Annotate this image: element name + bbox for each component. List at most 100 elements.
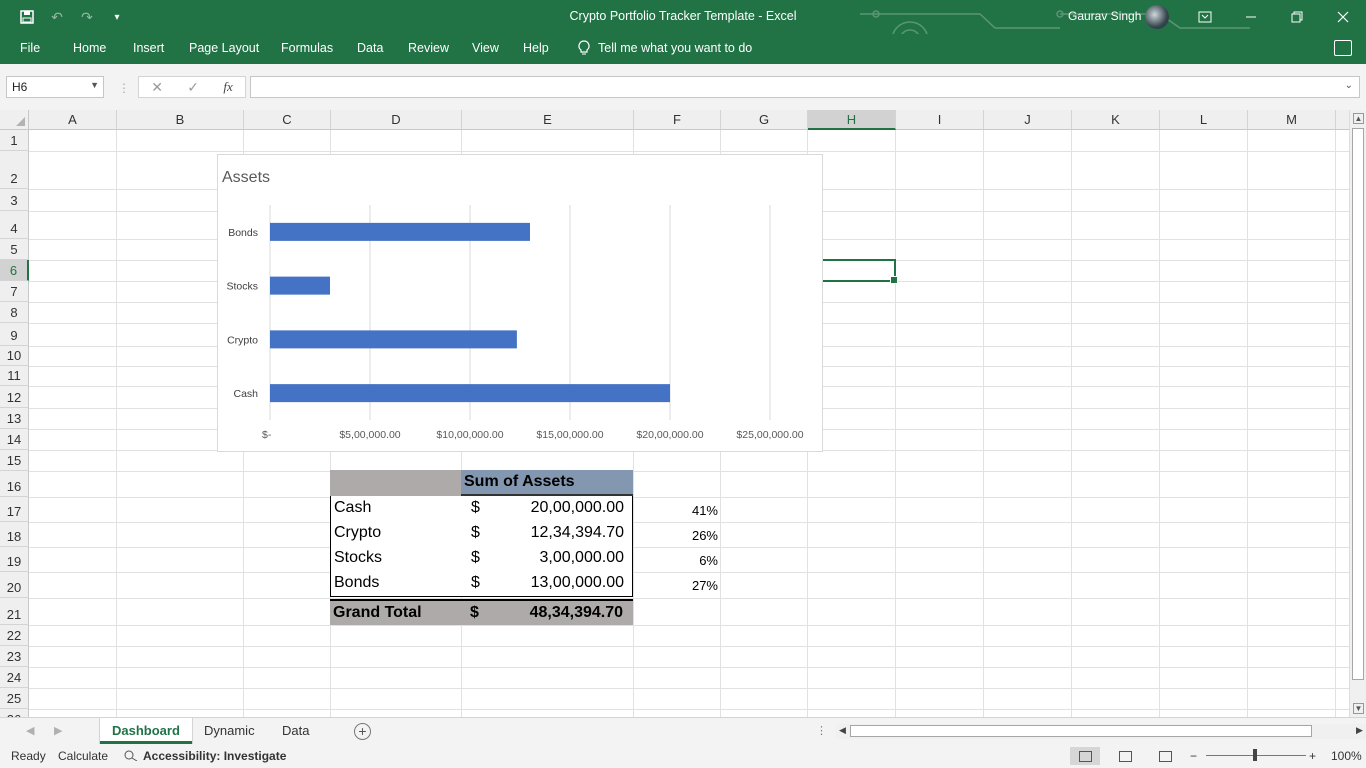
row-header[interactable]: 7: [0, 281, 29, 302]
value-crypto[interactable]: 12,34,394.70: [491, 524, 624, 542]
formula-bar-grip-icon[interactable]: ⋮: [118, 81, 130, 95]
pct-stocks[interactable]: 6%: [638, 553, 718, 568]
cancel-icon[interactable]: ✕: [151, 79, 163, 96]
row-header[interactable]: 16: [0, 471, 29, 497]
row-header[interactable]: 19: [0, 547, 29, 572]
close-icon[interactable]: [1320, 0, 1366, 34]
insert-function-icon[interactable]: fx: [223, 79, 232, 95]
row-header[interactable]: 13: [0, 408, 29, 429]
zoom-out-button[interactable]: −: [1190, 749, 1197, 763]
scroll-down-icon[interactable]: ▼: [1353, 703, 1364, 714]
row-header[interactable]: 22: [0, 625, 29, 646]
row-header[interactable]: 10: [0, 346, 29, 366]
expand-formula-icon[interactable]: ⌄: [1345, 80, 1353, 91]
zoom-in-button[interactable]: +: [1309, 749, 1316, 763]
column-header-m[interactable]: M: [1248, 110, 1336, 130]
assets-chart[interactable]: Assets $- $5,00,000.00 $10,00,000.00 $15,00,…: [217, 154, 823, 452]
row-header[interactable]: 21: [0, 598, 29, 625]
enter-icon[interactable]: ✓: [187, 79, 199, 96]
pct-bonds[interactable]: 27%: [638, 578, 718, 593]
chevron-down-icon[interactable]: ▼: [90, 80, 99, 90]
status-accessibility[interactable]: Accessibility: Investigate: [143, 749, 286, 763]
value-cash[interactable]: 20,00,000.00: [491, 499, 624, 517]
column-header-j[interactable]: J: [984, 110, 1072, 130]
row-header[interactable]: 8: [0, 302, 29, 323]
row-header[interactable]: 15: [0, 450, 29, 471]
column-header-g[interactable]: G: [721, 110, 808, 130]
sheet-tab-data[interactable]: Data: [270, 718, 321, 744]
column-header-l[interactable]: L: [1160, 110, 1248, 130]
row-header[interactable]: 3: [0, 189, 29, 211]
scroll-up-icon[interactable]: ▲: [1353, 113, 1364, 124]
sheet-tab-dashboard[interactable]: Dashboard: [100, 718, 192, 744]
column-header-n[interactable]: [1336, 110, 1349, 130]
tab-help[interactable]: Help: [523, 41, 549, 55]
row-header[interactable]: 9: [0, 323, 29, 346]
tab-data[interactable]: Data: [357, 41, 383, 55]
value-bonds[interactable]: 13,00,000.00: [491, 574, 624, 592]
sheet-tab-dynamic[interactable]: Dynamic: [192, 718, 267, 744]
tab-page-layout[interactable]: Page Layout: [189, 41, 259, 55]
vertical-scroll-thumb[interactable]: [1352, 128, 1364, 680]
formula-input[interactable]: ⌄: [250, 76, 1360, 98]
status-calculate[interactable]: Calculate: [58, 749, 108, 763]
table-body[interactable]: Cash $ 20,00,000.00 Crypto $ 12,34,394.7…: [330, 496, 633, 597]
prev-sheet-icon[interactable]: ◀: [26, 724, 34, 737]
zoom-slider-thumb[interactable]: [1253, 749, 1257, 761]
tab-formulas[interactable]: Formulas: [281, 41, 333, 55]
tab-review[interactable]: Review: [408, 41, 449, 55]
row-header[interactable]: 5: [0, 239, 29, 260]
horizontal-scroll-thumb[interactable]: [850, 725, 1312, 737]
tab-split-grip-icon[interactable]: ⋮: [816, 724, 827, 737]
grand-total-row[interactable]: Grand Total $ 48,34,394.70: [330, 599, 633, 625]
tab-home[interactable]: Home: [73, 41, 106, 55]
avatar[interactable]: [1145, 5, 1169, 29]
row-label-crypto[interactable]: Crypto: [334, 524, 381, 542]
comments-icon[interactable]: [1334, 40, 1352, 56]
column-header-d[interactable]: D: [331, 110, 462, 130]
column-header-i[interactable]: I: [896, 110, 984, 130]
tab-insert[interactable]: Insert: [133, 41, 164, 55]
vertical-scrollbar[interactable]: ▲ ▼: [1349, 110, 1366, 717]
pct-crypto[interactable]: 26%: [638, 528, 718, 543]
horizontal-scrollbar[interactable]: ◀ ▶: [836, 724, 1366, 739]
row-label-bonds[interactable]: Bonds: [334, 574, 379, 592]
row-header[interactable]: 20: [0, 572, 29, 598]
column-header-a[interactable]: A: [29, 110, 117, 130]
column-header-c[interactable]: C: [244, 110, 331, 130]
row-header[interactable]: 26: [0, 709, 29, 717]
page-layout-view-icon[interactable]: [1110, 747, 1140, 765]
page-break-view-icon[interactable]: [1150, 747, 1180, 765]
row-header[interactable]: 6: [0, 260, 29, 281]
row-header[interactable]: 17: [0, 497, 29, 522]
normal-view-icon[interactable]: [1070, 747, 1100, 765]
scroll-right-icon[interactable]: ▶: [1356, 725, 1363, 736]
column-header-k[interactable]: K: [1072, 110, 1160, 130]
ribbon-display-icon[interactable]: [1182, 0, 1228, 34]
scroll-left-icon[interactable]: ◀: [839, 725, 846, 736]
row-header[interactable]: 25: [0, 688, 29, 709]
row-header[interactable]: 24: [0, 667, 29, 688]
accessibility-icon[interactable]: [124, 749, 138, 764]
name-box[interactable]: H6 ▼: [6, 76, 104, 98]
pct-cash[interactable]: 41%: [638, 503, 718, 518]
row-header[interactable]: 1: [0, 130, 29, 151]
row-header[interactable]: 11: [0, 366, 29, 386]
row-header[interactable]: 2: [0, 151, 29, 189]
tab-view[interactable]: View: [472, 41, 499, 55]
row-header[interactable]: 14: [0, 429, 29, 450]
next-sheet-icon[interactable]: ▶: [54, 724, 62, 737]
row-label-stocks[interactable]: Stocks: [334, 549, 382, 567]
column-header-e[interactable]: E: [462, 110, 634, 130]
tab-file[interactable]: File: [20, 41, 40, 55]
add-sheet-button[interactable]: +: [354, 723, 371, 740]
value-stocks[interactable]: 3,00,000.00: [491, 549, 624, 567]
tell-me-box[interactable]: Tell me what you want to do: [578, 40, 752, 56]
minimize-icon[interactable]: [1228, 0, 1274, 34]
user-name[interactable]: Gaurav Singh: [1068, 9, 1141, 23]
row-header[interactable]: 23: [0, 646, 29, 667]
row-header[interactable]: 18: [0, 522, 29, 547]
restore-icon[interactable]: [1274, 0, 1320, 34]
table-header[interactable]: Sum of Assets: [330, 470, 633, 496]
column-header-b[interactable]: B: [117, 110, 244, 130]
